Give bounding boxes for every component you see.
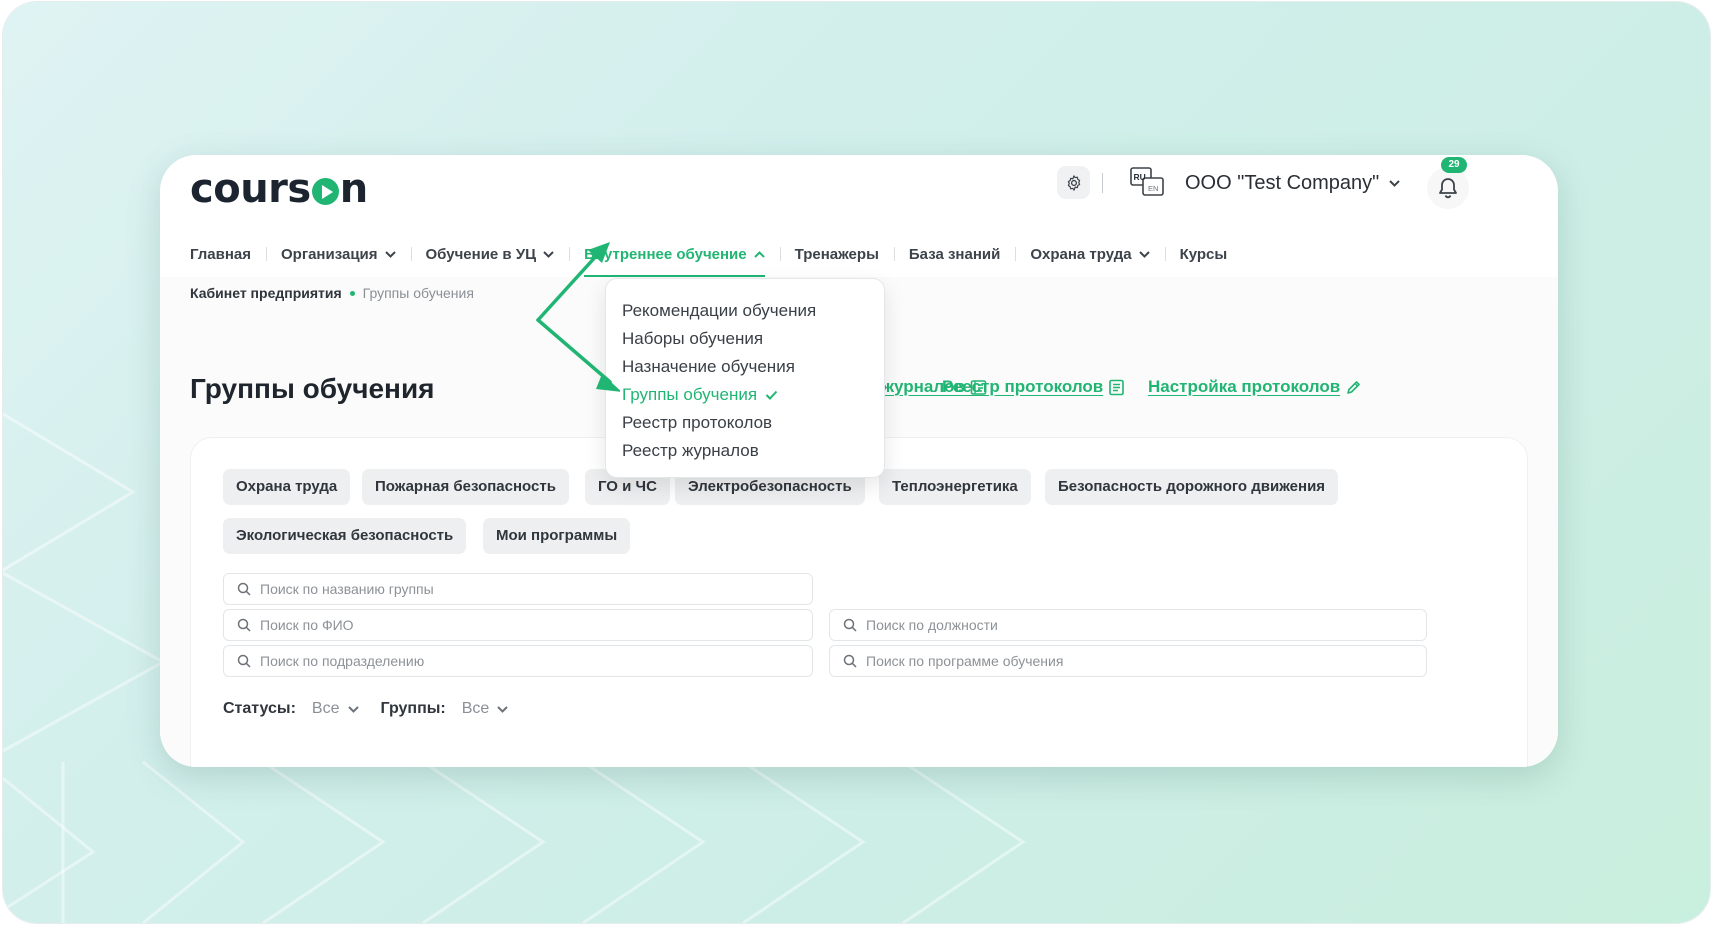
chevron-up-icon	[753, 250, 765, 258]
internal-training-dropdown: Рекомендации обучения Наборы обучения На…	[605, 278, 885, 478]
document-list-icon	[1109, 379, 1125, 395]
settings-button[interactable]	[1057, 166, 1090, 199]
fio-search-input[interactable]	[260, 617, 778, 633]
breadcrumb-separator	[349, 290, 355, 296]
chevron-down-icon	[384, 250, 396, 258]
category-chip-road-safety[interactable]: Безопасность дорожного движения	[1045, 469, 1339, 505]
svg-text:EN: EN	[1148, 184, 1158, 193]
language-icon: RU EN	[1130, 167, 1164, 196]
position-search-input[interactable]	[866, 617, 1391, 633]
checkmark-icon	[765, 390, 778, 400]
courson-logo[interactable]: cours n	[190, 164, 368, 214]
status-filter-select[interactable]: Все	[312, 700, 359, 718]
position-search[interactable]	[829, 609, 1427, 641]
chevron-down-icon	[497, 705, 509, 713]
notification-count-badge: 29	[1441, 157, 1467, 173]
department-search[interactable]	[223, 645, 813, 677]
status-filter-label: Статусы:	[223, 700, 296, 717]
search-icon	[237, 582, 251, 596]
chevron-down-icon	[1389, 179, 1400, 187]
menu-item-training-assignment[interactable]: Назначение обучения	[606, 353, 884, 381]
category-chip-heat-power[interactable]: Теплоэнергетика	[879, 469, 1031, 505]
category-chip-my-programs[interactable]: Мои программы	[483, 518, 631, 554]
group-name-search-input[interactable]	[260, 581, 778, 597]
header-divider	[1102, 173, 1103, 193]
main-nav: Главная Организация Обучение в УЦ Внутре…	[190, 239, 1243, 277]
breadcrumb-parent[interactable]: Кабинет предприятия	[190, 285, 342, 301]
groups-filter-label: Группы:	[380, 700, 446, 717]
chevron-down-icon	[1138, 250, 1150, 258]
nav-item-simulators[interactable]: Тренажеры	[779, 239, 894, 269]
company-selector[interactable]: ООО "Test Company"	[1185, 169, 1400, 197]
protocol-settings-link[interactable]: Настройка протоколов	[1148, 377, 1362, 397]
group-name-search[interactable]	[223, 573, 813, 605]
menu-item-protocols-registry[interactable]: Реестр протоколов	[606, 409, 884, 437]
nav-item-courses[interactable]: Курсы	[1164, 239, 1243, 269]
menu-item-training-sets[interactable]: Наборы обучения	[606, 325, 884, 353]
select-filters: Статусы: Все Группы: Все	[223, 700, 530, 718]
fio-search[interactable]	[223, 609, 813, 641]
menu-item-training-recommendations[interactable]: Рекомендации обучения	[606, 297, 884, 325]
search-icon	[237, 654, 251, 668]
program-search-input[interactable]	[866, 653, 1391, 669]
page-title: Группы обучения	[190, 373, 435, 404]
nav-item-home[interactable]: Главная	[190, 239, 266, 269]
gear-icon	[1067, 174, 1080, 191]
pencil-icon	[1347, 380, 1360, 394]
search-icon	[237, 618, 251, 632]
play-icon	[311, 178, 339, 205]
nav-item-knowledge-base[interactable]: База знаний	[893, 239, 1015, 269]
department-search-input[interactable]	[260, 653, 778, 669]
menu-item-journals-registry[interactable]: Реестр журналов	[606, 437, 884, 465]
category-chip-labor-safety[interactable]: Охрана труда	[223, 469, 351, 505]
search-icon	[843, 654, 857, 668]
language-switcher[interactable]: RU EN	[1130, 167, 1166, 197]
menu-item-training-groups[interactable]: Группы обучения	[606, 381, 884, 409]
groups-filter-select[interactable]: Все	[462, 700, 509, 718]
category-chip-fire-safety[interactable]: Пожарная безопасность	[362, 469, 569, 505]
notifications-button[interactable]	[1427, 167, 1469, 209]
nav-item-labor-safety[interactable]: Охрана труда	[1015, 239, 1164, 269]
breadcrumb-current: Группы обучения	[362, 285, 474, 301]
category-chip-ecology[interactable]: Экологическая безопасность	[223, 518, 467, 554]
protocols-registry-link[interactable]: Реестр протоколов	[942, 377, 1125, 397]
search-icon	[843, 618, 857, 632]
breadcrumb: Кабинет предприятия Группы обучения	[190, 285, 474, 301]
annotation-arrows	[536, 242, 620, 392]
nav-item-organization[interactable]: Организация	[266, 239, 411, 269]
program-search[interactable]	[829, 645, 1427, 677]
company-name: ООО "Test Company"	[1185, 171, 1380, 194]
chevron-down-icon	[347, 705, 359, 713]
bell-icon	[1439, 178, 1457, 199]
svg-text:RU: RU	[1134, 172, 1146, 182]
arrow-head	[596, 374, 620, 392]
